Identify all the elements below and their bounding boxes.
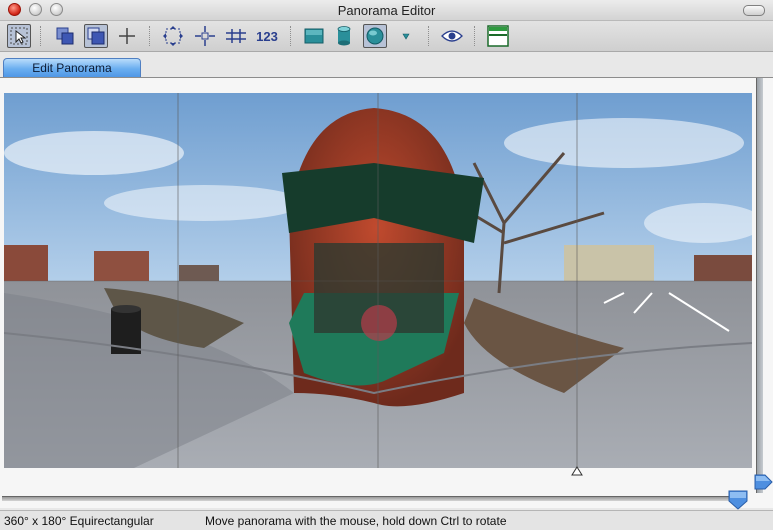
bring-forward-icon xyxy=(56,27,74,45)
sphere-projection-button[interactable] xyxy=(363,24,387,48)
toolbar-toggle-button[interactable] xyxy=(743,5,765,16)
window-layout-icon xyxy=(487,25,509,47)
crosshair-button[interactable] xyxy=(115,24,139,48)
vertical-scroll-thumb[interactable] xyxy=(753,473,773,491)
numbers-button[interactable]: 123 xyxy=(252,24,282,48)
dropdown-triangle-icon xyxy=(402,33,410,40)
cylinder-projection-icon xyxy=(337,26,351,46)
cylinder-projection-button[interactable] xyxy=(332,24,356,48)
center-point-icon xyxy=(195,26,215,46)
preview-button[interactable] xyxy=(440,24,464,48)
panorama-image xyxy=(4,93,752,468)
projection-dropdown-button[interactable] xyxy=(394,24,418,48)
fit-view-button[interactable] xyxy=(161,24,185,48)
bring-forward-button[interactable] xyxy=(53,24,77,48)
sphere-projection-icon xyxy=(366,27,384,45)
window-layout-button[interactable] xyxy=(486,24,510,48)
selection-arrow-icon xyxy=(10,27,28,45)
panorama-canvas[interactable] xyxy=(4,93,752,468)
layers-button[interactable] xyxy=(84,24,108,48)
horizontal-scroll-thumb[interactable] xyxy=(727,489,749,511)
center-button[interactable] xyxy=(193,24,217,48)
crosshair-icon xyxy=(119,28,135,44)
title-bar: Panorama Editor xyxy=(0,0,773,21)
horizontal-compress-icon xyxy=(226,29,246,43)
flat-projection-button[interactable] xyxy=(302,24,326,48)
flat-projection-icon xyxy=(304,28,324,44)
layers-icon xyxy=(87,27,105,45)
expand-arrows-icon xyxy=(163,26,183,46)
projection-status: 360° x 180° Equirectangular xyxy=(4,514,154,528)
toolbar: 123 xyxy=(0,21,773,52)
tab-edit-panorama[interactable]: Edit Panorama xyxy=(3,58,141,77)
horizontal-align-button[interactable] xyxy=(224,24,248,48)
hint-status: Move panorama with the mouse, hold down … xyxy=(205,514,507,528)
window-title: Panorama Editor xyxy=(337,3,436,18)
horizontal-scrollbar[interactable] xyxy=(2,496,742,501)
panorama-editor-area xyxy=(0,78,773,511)
tab-strip: Edit Panorama xyxy=(0,52,773,78)
center-marker-icon[interactable] xyxy=(571,465,583,476)
status-bar: 360° x 180° Equirectangular Move panoram… xyxy=(0,510,773,530)
selection-tool-button[interactable] xyxy=(7,24,31,48)
vertical-scrollbar[interactable] xyxy=(756,78,763,493)
preview-eye-icon xyxy=(441,30,463,42)
